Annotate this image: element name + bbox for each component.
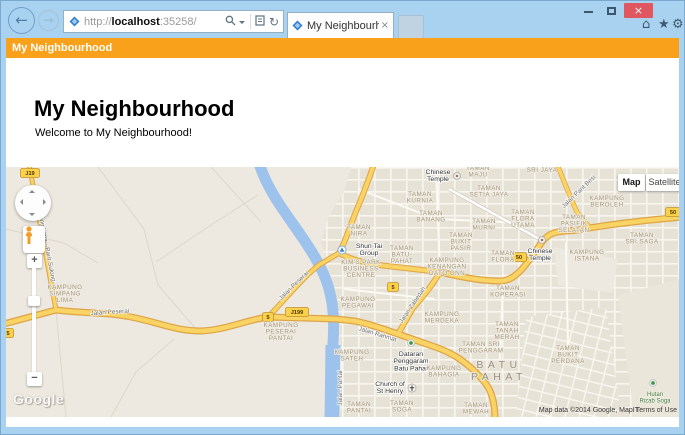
browser-tab[interactable]: My Neighbourhood! × (287, 12, 394, 38)
svg-text:5: 5 (266, 315, 269, 321)
zoom-out-button[interactable]: − (27, 372, 42, 386)
map-label: KAMPUNGKENANGANDATO ONN (428, 257, 467, 277)
favorites-icon[interactable]: ★ (658, 18, 670, 32)
map-label: TAMANBUKITPASIR (449, 232, 473, 252)
svg-text:5: 5 (391, 285, 394, 291)
new-tab-button[interactable] (398, 15, 424, 39)
page-viewport: My Neighbourhood My Neighbourhood Welcom… (6, 38, 679, 427)
map-label: KAMPUNGBEROLEH (590, 195, 625, 209)
divider (250, 14, 251, 29)
map-label: TAMANPANTAI (347, 401, 372, 415)
pegman-icon (23, 226, 35, 245)
map-label: TAMANMAJU (466, 167, 490, 179)
map-label: TAMANSOGA (390, 400, 414, 414)
map-label: KAMPUNGPESERAIPANTAI (264, 322, 299, 342)
map-pan-control[interactable] (15, 185, 51, 221)
compatibility-page-icon[interactable] (255, 13, 265, 31)
refresh-icon[interactable]: ↻ (269, 16, 279, 28)
map-type-map-button[interactable]: Map (618, 174, 645, 191)
pan-right-arrow[interactable] (43, 199, 46, 205)
map-label: KAMPUNGISTANA (570, 249, 605, 263)
map-label: KIM'S PARKBUSINESSCENTRE (341, 259, 381, 279)
svg-text:50: 50 (670, 210, 676, 216)
site-favicon (69, 16, 80, 27)
map-label: KAMPUNGBAHAGIA (427, 365, 462, 379)
map-label: BATUPAHAT (471, 359, 527, 383)
pan-down-arrow[interactable] (29, 213, 35, 216)
tab-close-icon[interactable]: × (381, 20, 389, 31)
temple-poi-marker[interactable] (539, 237, 546, 244)
map-label: TAMANFLORAUTAMA (511, 209, 535, 229)
temple-poi-marker[interactable] (454, 173, 461, 180)
map-label: TAMANKURNIA (407, 191, 434, 205)
zoom-slider-handle[interactable] (28, 296, 40, 306)
road-shield: 50 (666, 208, 680, 217)
pan-up-arrow[interactable] (29, 190, 35, 193)
church-poi-marker[interactable] (408, 384, 416, 392)
road-shield: J199 (286, 308, 309, 317)
road-shield: 5 (6, 329, 14, 338)
map-label: KAMPUNGPEGAWAI (341, 296, 376, 310)
svg-text:50: 50 (516, 255, 522, 261)
map-label: Church ofSt Henry (375, 381, 405, 395)
zoom-in-button[interactable]: + (27, 254, 42, 268)
terms-of-use-link[interactable]: Terms of Use (636, 407, 677, 414)
road-shield: J19 (21, 169, 40, 178)
map-label: KAMPUNGMERDEKA (425, 311, 460, 325)
map-label: TAMANBANANG (416, 210, 445, 224)
map-label: TAMANPASIFIKSELATAN (559, 214, 590, 234)
map-label: TAMANMURNI (472, 218, 496, 232)
url-text[interactable]: http://localhost:35258/ (84, 16, 223, 28)
map-label: TAMAN SRIPENGGARAM (459, 341, 504, 355)
settings-gear-icon[interactable]: ⚙ (672, 18, 684, 32)
map-label: ChineseTemple (426, 169, 451, 183)
park-poi-marker[interactable] (408, 340, 415, 347)
road-shield: 5 (388, 283, 399, 292)
home-icon[interactable]: ⌂ (642, 18, 650, 32)
search-icon[interactable] (225, 13, 236, 31)
window-maximize-button[interactable] (601, 3, 622, 18)
map-label: TAMANNIRA (347, 224, 371, 238)
business-poi-marker[interactable] (338, 246, 346, 254)
forward-button[interactable]: → (38, 10, 59, 31)
site-navbar-brand[interactable]: My Neighbourhood (6, 38, 679, 58)
street-view-pegman[interactable] (23, 226, 45, 253)
map-label: Jalan Pantai (337, 370, 344, 405)
welcome-text: Welcome to My Neighbourhood! (35, 127, 192, 139)
tab-favicon (292, 20, 303, 31)
zoom-slider-track[interactable] (32, 267, 36, 373)
autocomplete-dropdown-icon[interactable] (239, 21, 245, 27)
svg-text:5: 5 (6, 331, 9, 337)
map-label: TAMANFLORA (491, 250, 515, 264)
address-bar[interactable]: http://localhost:35258/ ↻ (63, 10, 284, 33)
tab-title: My Neighbourhood! (307, 20, 379, 32)
park-poi-marker[interactable] (650, 380, 657, 387)
google-map[interactable]: J1955J19955050KAMPUNGSIMPANGLIMAJalan Pe… (6, 167, 679, 417)
pan-left-arrow[interactable] (20, 199, 23, 205)
window-close-button[interactable]: × (624, 3, 653, 18)
browser-window: ← → http://localhost:35258/ ↻ My Neighbo… (0, 0, 685, 435)
map-label: ChineseTemple (528, 248, 553, 262)
window-minimize-button[interactable] (578, 3, 599, 18)
map-canvas[interactable]: J1955J19955050KAMPUNGSIMPANGLIMAJalan Pe… (6, 167, 679, 417)
map-label: SRI JAYA (527, 167, 558, 174)
svg-text:J199: J199 (291, 310, 303, 316)
map-attribution: Map data ©2014 Google, MapIT (539, 407, 639, 414)
map-type-satellite-button[interactable]: Satellite (646, 174, 679, 191)
map-label: TAMANMEWAH (463, 402, 489, 416)
page-title: My Neighbourhood (34, 96, 234, 122)
svg-text:J19: J19 (25, 171, 34, 177)
map-label: TAMANBATU-PAHAT (390, 245, 414, 265)
map-label: TAMANTANAHMERAH (495, 321, 520, 341)
google-logo: Google (13, 391, 64, 407)
road-shield: 5 (263, 313, 274, 322)
back-button[interactable]: ← (8, 7, 35, 34)
